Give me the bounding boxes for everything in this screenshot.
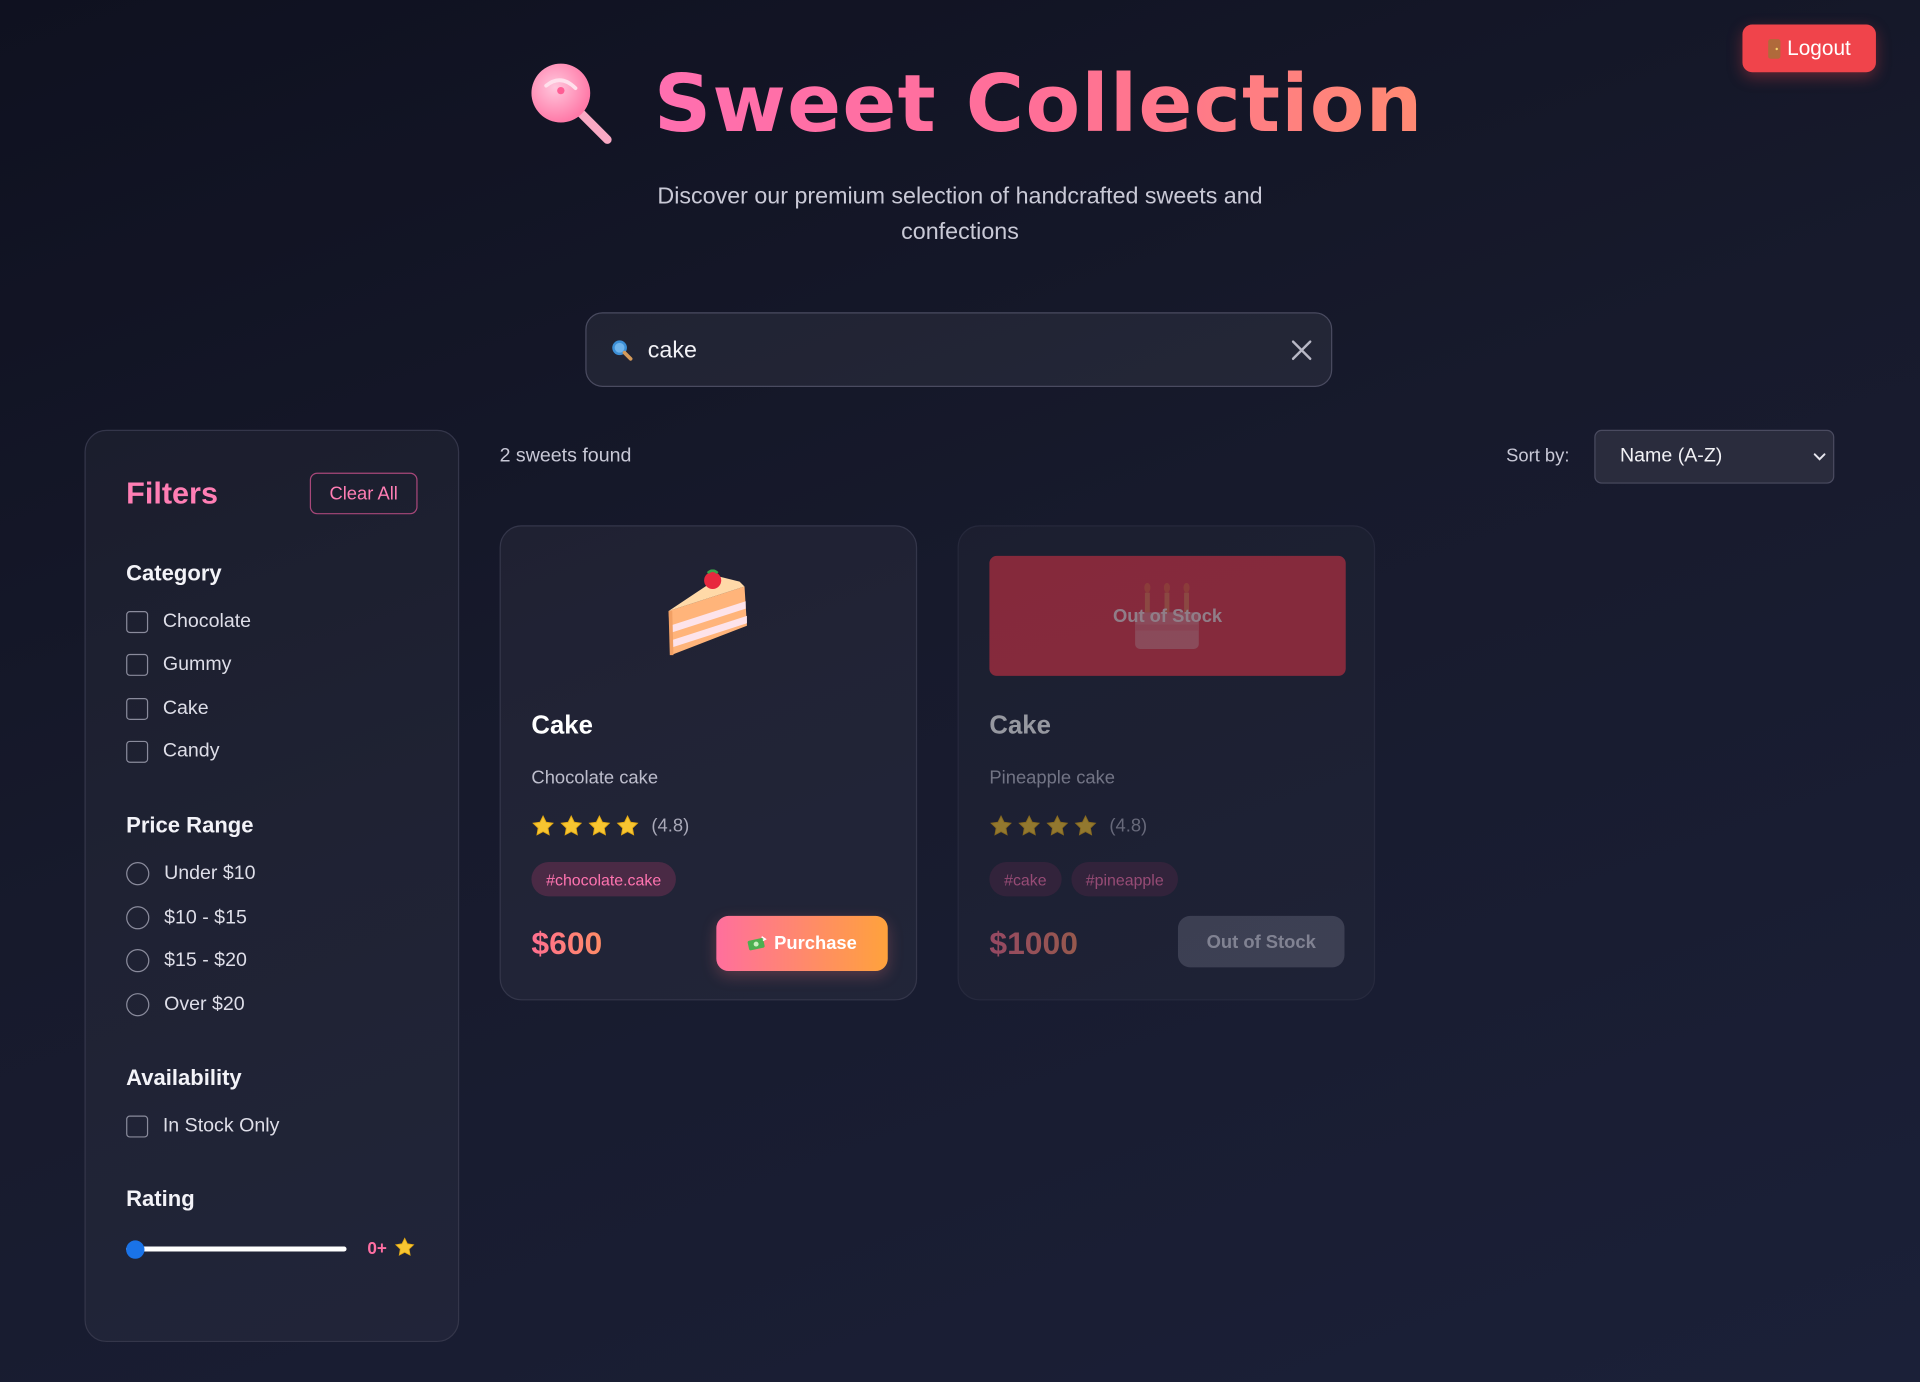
lollipop-icon [531,63,612,144]
slider-track [126,1246,347,1252]
price-option-10-15[interactable]: $10 - $15 [126,906,247,930]
star-icon [1074,814,1097,836]
category-option-candy[interactable]: Candy [126,740,220,763]
logout-button[interactable]: Logout [1742,24,1876,73]
option-label: In Stock Only [162,1115,280,1137]
sort-select[interactable]: Name (A-Z) [1594,429,1835,484]
chevron-down-icon [1813,453,1826,461]
radio[interactable] [126,948,150,973]
product-tags: #cake #pineapple [989,862,1179,897]
star-icon [1046,814,1069,836]
product-card: Out of Stock Cake Pineapple cake (4.8) #… [957,525,1376,1001]
tag: #pineapple [1071,862,1179,897]
clear-all-button[interactable]: Clear All [309,472,418,515]
page-title: Sweet Collection [527,55,1424,153]
star-icon [560,814,583,836]
logout-label: Logout [1787,36,1851,60]
star-icon [394,1237,415,1256]
checkbox[interactable] [126,1115,149,1138]
out-of-stock-overlay: Out of Stock [1112,605,1223,627]
category-option-gummy[interactable]: Gummy [126,653,232,676]
product-rating: (4.8) [531,814,689,837]
app-root: Logout Sweet Collection Discover our pre… [0,0,1920,1382]
option-label: Chocolate [162,611,252,632]
product-tags: #chocolate.cake [531,862,676,897]
tag: #cake [989,862,1062,897]
purchase-label: Purchase [774,933,857,954]
option-label: $15 - $20 [164,949,247,971]
product-card: Cake Chocolate cake (4.8) #chocolate.cak… [499,525,918,1001]
product-name: Cake [531,711,593,740]
radio[interactable] [126,906,150,930]
slider-thumb[interactable] [126,1240,145,1259]
product-name: Cake [989,711,1051,740]
category-option-chocolate[interactable]: Chocolate [126,611,252,634]
rating-value-label: 0+ [367,1237,387,1257]
search-icon [612,340,633,361]
rating-text: (4.8) [651,815,690,837]
star-icon [1018,814,1041,836]
option-label: Cake [162,697,209,719]
price-option-under-10[interactable]: Under $10 [126,862,256,886]
in-stock-only-option[interactable]: In Stock Only [126,1115,280,1138]
close-icon[interactable] [1289,338,1313,362]
tag: #chocolate.cake [531,862,676,897]
product-rating: (4.8) [989,814,1147,837]
radio[interactable] [126,993,150,1017]
title-text: Sweet Collection [653,58,1424,151]
option-label: Candy [162,740,220,762]
page-subtitle: Discover our premium selection of handcr… [657,183,1263,245]
purchase-button[interactable]: Purchase [716,915,888,972]
out-of-stock-button: Out of Stock [1177,915,1345,968]
filters-title: Filters [126,476,218,511]
search-bar[interactable] [585,312,1333,387]
star-icon [588,814,611,836]
radio[interactable] [126,862,150,886]
price-range-heading: Price Range [126,813,254,838]
price-option-over-20[interactable]: Over $20 [126,993,245,1017]
checkbox[interactable] [126,740,149,763]
checkbox[interactable] [126,697,149,721]
sort-label: Sort by: [1506,445,1570,467]
option-label: $10 - $15 [164,906,247,928]
price-option-15-20[interactable]: $15 - $20 [126,948,247,973]
product-price: $1000 [989,924,1078,962]
sort-value: Name (A-Z) [1620,445,1723,467]
category-option-cake[interactable]: Cake [126,697,209,721]
star-icon [616,814,639,836]
door-icon [1767,38,1780,59]
checkbox[interactable] [126,611,149,634]
rating-text: (4.8) [1109,815,1148,837]
cake-slice-icon [668,569,747,656]
checkbox[interactable] [126,653,149,676]
product-description: Pineapple cake [989,767,1116,789]
availability-heading: Availability [126,1065,242,1090]
filters-panel: Filters Clear All Category Chocolate Gum… [84,429,460,1343]
star-icon [532,814,554,836]
search-input[interactable] [645,328,1263,375]
product-description: Chocolate cake [531,767,659,789]
rating-slider[interactable] [126,1240,347,1259]
rating-heading: Rating [126,1186,195,1212]
rating-value: 0+ [367,1237,415,1258]
out-of-stock-image: Out of Stock [989,555,1346,676]
product-price: $600 [531,924,603,962]
star-icon [990,814,1012,836]
category-heading: Category [126,560,222,586]
option-label: Gummy [162,653,232,675]
results-count: 2 sweets found [499,445,632,467]
option-label: Over $20 [164,993,245,1015]
option-label: Under $10 [164,862,256,884]
money-icon [747,935,767,950]
